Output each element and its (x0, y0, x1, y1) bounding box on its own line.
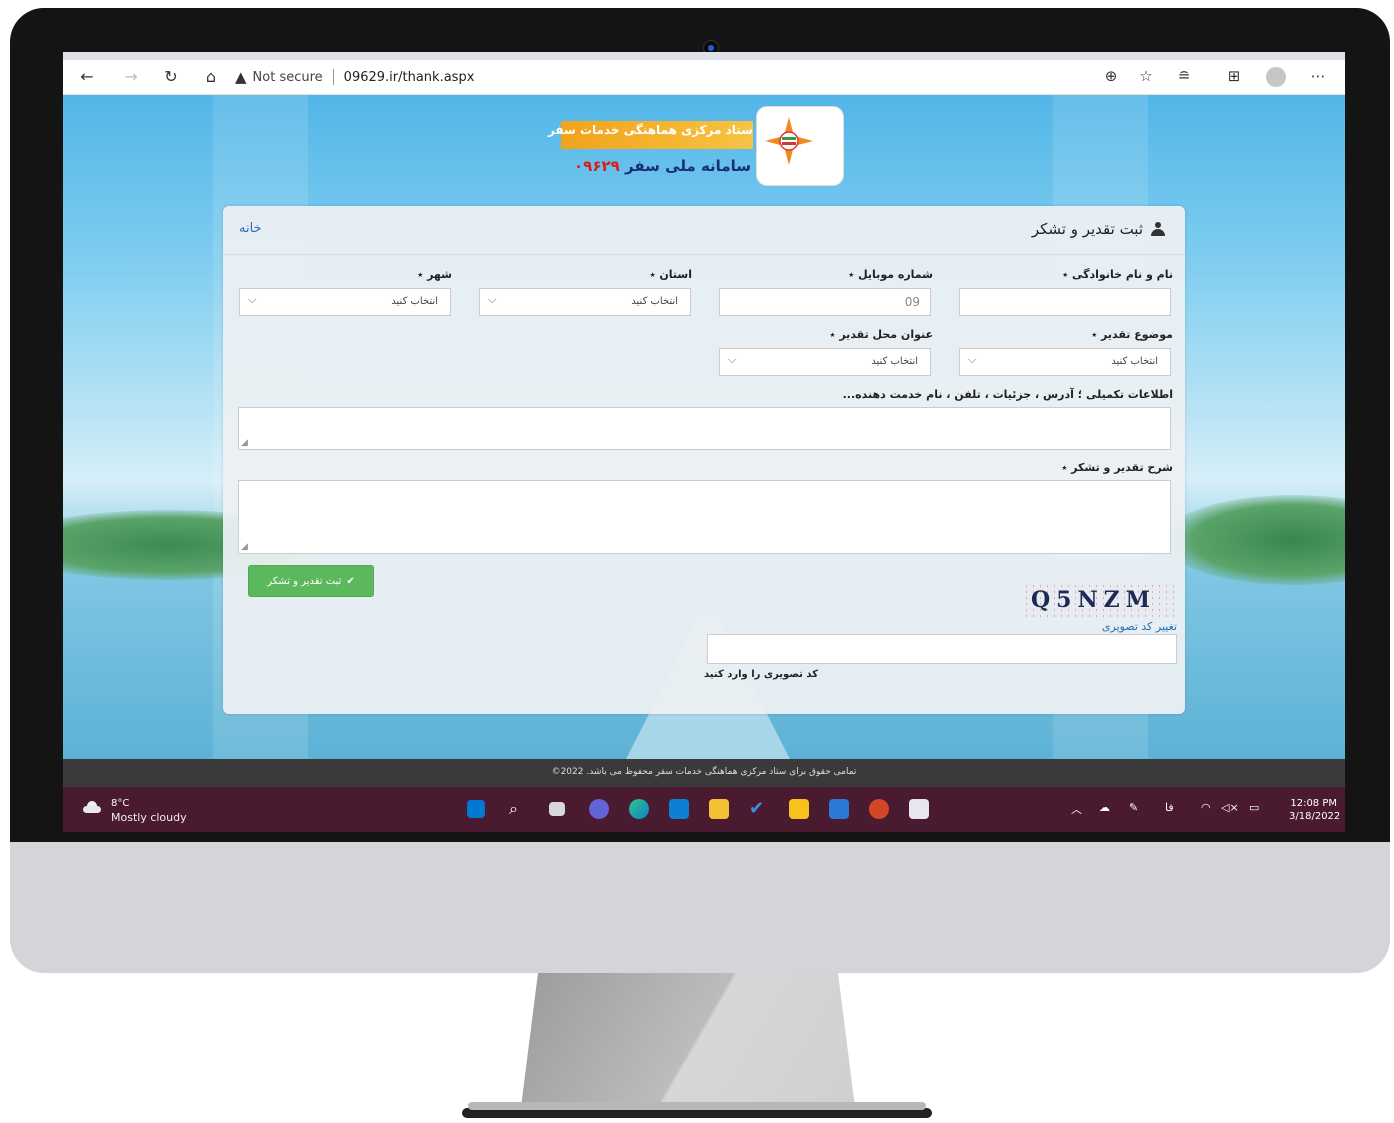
captcha-text: Q5NZM (1031, 587, 1156, 613)
pen-icon[interactable]: ✎ (1129, 801, 1138, 814)
web-page: ستاد مرکزی هماهنگی خدمات سفر سامانه ملی … (63, 95, 1345, 759)
url-text[interactable]: 09629.ir/thank.aspx (344, 70, 475, 85)
resize-grip-icon[interactable]: ◢ (241, 542, 248, 552)
captcha-image: Q5NZM (1023, 583, 1175, 617)
zoom-icon[interactable]: ⊕ (1100, 67, 1122, 85)
browser-toolbar: ← → ↻ ⌂ ▲ Not secure 09629.ir/thank.aspx… (63, 60, 1345, 95)
logo-number: ۰۹۶۲۹ (574, 157, 620, 175)
place-title-select[interactable]: انتخاب کنید ⌵ (719, 348, 931, 376)
captcha-input[interactable] (707, 634, 1177, 664)
logo-subtitle-text: سامانه ملی سفر (625, 157, 751, 175)
language-indicator[interactable]: فا (1165, 801, 1174, 814)
profile-icon[interactable] (1266, 67, 1286, 87)
change-captcha-link[interactable]: تغییر کد تصویری (1102, 620, 1177, 633)
place-title-value: انتخاب کنید (871, 356, 918, 367)
resize-grip-icon[interactable]: ◢ (241, 438, 248, 448)
chevron-down-icon: ⌵ (248, 293, 257, 306)
description-textarea[interactable]: ◢ (238, 480, 1171, 554)
favorites-icon[interactable]: ≘ (1173, 67, 1195, 85)
submit-button[interactable]: ✔ ثبت تقدیر و تشکر (248, 565, 374, 597)
province-value: انتخاب کنید (631, 296, 678, 307)
forward-icon[interactable]: → (121, 67, 141, 87)
province-select[interactable]: انتخاب کنید ⌵ (479, 288, 691, 316)
teams-chat-icon[interactable] (589, 799, 609, 819)
city-label: شهر ٭ (417, 268, 452, 281)
wifi-icon[interactable]: ◠ (1201, 801, 1211, 814)
panel-header: ثبت تقدیر و تشکر خانه (223, 206, 1185, 255)
compass-star-icon (765, 117, 813, 165)
screen: ← → ↻ ⌂ ▲ Not secure 09629.ir/thank.aspx… (63, 52, 1345, 832)
mail-icon[interactable] (669, 799, 689, 819)
battery-icon[interactable]: ▭ (1249, 801, 1259, 814)
weather-temperature[interactable]: 8°C (111, 798, 129, 809)
warning-icon[interactable]: ▲ (235, 68, 247, 86)
form-title-text: ثبت تقدیر و تشکر (1031, 220, 1143, 238)
subject-select[interactable]: انتخاب کنید ⌵ (959, 348, 1171, 376)
task-view-icon[interactable] (549, 802, 565, 816)
taskbar: 8°C Mostly cloudy ⌕ ✔ ︿ ☁ ✎ فا ◠ ◁× ▭ 12… (63, 787, 1345, 832)
clock-time: 12:08 PM (1290, 798, 1337, 809)
form-panel: ثبت تقدیر و تشکر خانه نام و نام خانوادگی… (223, 206, 1185, 714)
start-windows-icon[interactable] (467, 800, 485, 818)
extra-info-label: اطلاعات تکمیلی ؛ آدرس ، جزئیات ، تلفن ، … (842, 388, 1173, 401)
security-label[interactable]: Not secure (253, 70, 323, 85)
tab-strip[interactable] (63, 52, 1345, 60)
full-name-input[interactable] (959, 288, 1171, 316)
place-title-label: عنوان محل تقدیر ٭ (829, 328, 933, 341)
footer-text: تمامی حقوق برای ستاد مرکزی هماهنگی خدمات… (551, 767, 857, 777)
submit-label: ثبت تقدیر و تشکر (267, 575, 342, 587)
collections-icon[interactable]: ⊞ (1223, 67, 1245, 85)
monitor-stand (520, 973, 856, 1115)
extra-info-textarea[interactable]: ◢ (238, 407, 1171, 450)
refresh-icon[interactable]: ↻ (161, 67, 181, 87)
logo-title: ستاد مرکزی هماهنگی خدمات سفر (547, 123, 753, 137)
edge-browser-icon[interactable] (629, 799, 649, 819)
logo-banner: ستاد مرکزی هماهنگی خدمات سفر (548, 121, 753, 149)
mobile-value: 09 (904, 295, 920, 309)
volume-mute-icon[interactable]: ◁× (1221, 801, 1239, 814)
clock-date: 3/18/2022 (1289, 811, 1341, 822)
mobile-input[interactable]: 09 (719, 288, 931, 316)
url-separator (332, 69, 334, 85)
page-footer: تمامی حقوق برای ستاد مرکزی هماهنگی خدمات… (63, 759, 1345, 787)
subject-label: موضوع تقدیر ٭ (1091, 328, 1173, 341)
form-title: ثبت تقدیر و تشکر (1032, 220, 1167, 238)
onedrive-cloud-icon[interactable]: ☁ (1099, 801, 1110, 814)
chevron-down-icon: ⌵ (488, 293, 497, 306)
powerpoint-icon[interactable] (869, 799, 889, 819)
monitor-base (462, 1102, 932, 1118)
description-label: شرح تقدیر و تشکر ٭ (1061, 461, 1173, 474)
emblem-icon (757, 107, 843, 185)
cloud-icon[interactable] (83, 801, 101, 813)
check-icon: ✔ (346, 575, 355, 587)
system-clock[interactable]: 12:08 PM 3/18/2022 (1289, 797, 1341, 823)
province-label: استان ٭ (649, 268, 692, 281)
home-link[interactable]: خانه (239, 221, 262, 236)
home-icon[interactable]: ⌂ (201, 67, 221, 87)
todo-check-icon[interactable]: ✔ (749, 799, 769, 819)
add-favorite-icon[interactable]: ☆ (1135, 67, 1157, 85)
subject-value: انتخاب کنید (1111, 356, 1158, 367)
store-icon[interactable] (829, 799, 849, 819)
address-bar[interactable]: ▲ Not secure 09629.ir/thank.aspx (235, 64, 1115, 90)
chevron-down-icon: ⌵ (728, 353, 737, 366)
chevron-down-icon: ⌵ (968, 353, 977, 366)
chevron-up-icon[interactable]: ︿ (1071, 801, 1082, 817)
search-icon[interactable]: ⌕ (509, 799, 529, 819)
mobile-label: شماره موبایل ٭ (848, 268, 933, 281)
users-icon (1149, 222, 1167, 236)
file-explorer-icon[interactable] (709, 799, 729, 819)
back-icon[interactable]: ← (77, 67, 97, 87)
sticky-notes-icon[interactable] (789, 799, 809, 819)
logo-subtitle: سامانه ملی سفر ۰۹۶۲۹ (561, 157, 751, 175)
captcha-label: کد تصویری را وارد کنید (704, 669, 819, 680)
city-select[interactable]: انتخاب کنید ⌵ (239, 288, 451, 316)
snipping-tool-icon[interactable] (909, 799, 929, 819)
full-name-label: نام و نام خانوادگی ٭ (1062, 268, 1173, 281)
background-island-right (1163, 495, 1345, 585)
weather-condition[interactable]: Mostly cloudy (111, 811, 187, 824)
site-logo[interactable]: ستاد مرکزی هماهنگی خدمات سفر سامانه ملی … (548, 105, 846, 185)
more-icon[interactable]: ⋯ (1307, 67, 1329, 85)
city-value: انتخاب کنید (391, 296, 438, 307)
